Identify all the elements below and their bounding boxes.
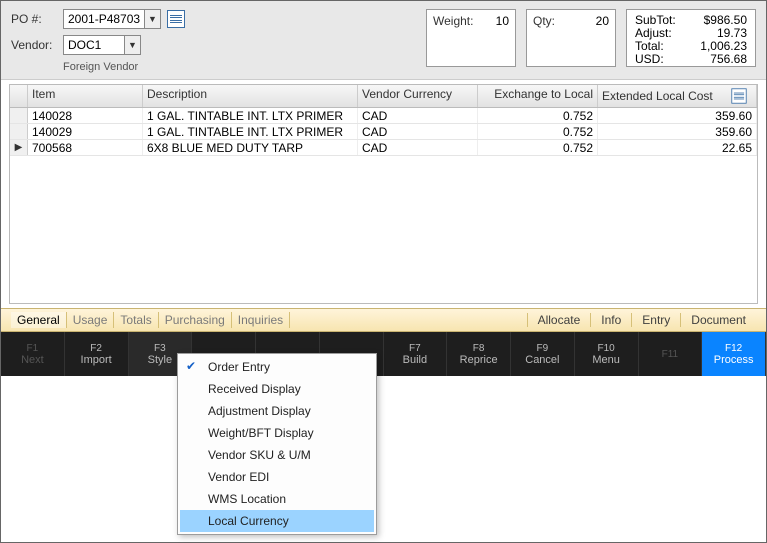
foreign-vendor-text: Foreign Vendor xyxy=(63,61,185,73)
tab-usage[interactable]: Usage xyxy=(67,312,115,328)
qty-label: Qty: xyxy=(533,14,555,28)
menu-item-vendor-edi[interactable]: Vendor EDI xyxy=(180,466,374,488)
cell-description: 1 GAL. TINTABLE INT. LTX PRIMER xyxy=(143,108,358,123)
action-allocate[interactable]: Allocate xyxy=(527,313,591,327)
col-extended[interactable]: Extended Local Cost xyxy=(602,89,713,103)
cell-item: 140028 xyxy=(28,108,143,123)
menu-item-weight-bft-display[interactable]: Weight/BFT Display xyxy=(180,422,374,444)
menu-item-received-display[interactable]: Received Display xyxy=(180,378,374,400)
cell-exchange: 0.752 xyxy=(478,108,598,123)
cancel-button[interactable]: F9Cancel xyxy=(511,332,575,376)
qty-box: Qty: 20 xyxy=(526,9,616,67)
check-icon: ✔ xyxy=(186,359,196,373)
tab-totals[interactable]: Totals xyxy=(114,312,158,328)
action-info[interactable]: Info xyxy=(590,313,631,327)
tab-purchasing[interactable]: Purchasing xyxy=(159,312,232,328)
col-item[interactable]: Item xyxy=(28,85,143,107)
action-document[interactable]: Document xyxy=(680,313,756,327)
table-row[interactable]: 1400291 GAL. TINTABLE INT. LTX PRIMERCAD… xyxy=(10,124,757,140)
usd-label: USD: xyxy=(635,53,664,66)
menu-button[interactable]: F10Menu xyxy=(575,332,639,376)
weight-value: 10 xyxy=(496,14,509,28)
build-button[interactable]: F7Build xyxy=(384,332,448,376)
action-entry[interactable]: Entry xyxy=(631,313,680,327)
weight-box: Weight: 10 xyxy=(426,9,516,67)
tab-general[interactable]: General xyxy=(11,312,67,328)
f11-button[interactable]: F11 xyxy=(639,332,703,376)
weight-label: Weight: xyxy=(433,14,473,28)
vendor-input[interactable] xyxy=(64,36,124,54)
next-button[interactable]: F1Next xyxy=(1,332,65,376)
vendor-label: Vendor: xyxy=(11,38,57,52)
process-button[interactable]: F12Process xyxy=(702,332,766,376)
menu-item-local-currency[interactable]: Local Currency xyxy=(180,510,374,532)
cell-item: 700568 xyxy=(28,140,143,155)
cell-extended: 22.65 xyxy=(598,140,757,155)
style-menu[interactable]: ✔Order EntryReceived DisplayAdjustment D… xyxy=(177,353,377,535)
tab-inquiries[interactable]: Inquiries xyxy=(232,312,290,328)
cell-vendor-currency: CAD xyxy=(358,124,478,139)
cell-exchange: 0.752 xyxy=(478,140,598,155)
col-exchange[interactable]: Exchange to Local xyxy=(478,85,598,107)
menu-item-vendor-sku-u-m[interactable]: Vendor SKU & U/M xyxy=(180,444,374,466)
list-icon[interactable] xyxy=(167,10,185,28)
chevron-down-icon[interactable]: ▼ xyxy=(124,36,140,54)
vendor-combo[interactable]: ▼ xyxy=(63,35,141,55)
col-description[interactable]: Description xyxy=(143,85,358,107)
cell-vendor-currency: CAD xyxy=(358,108,478,123)
row-indicator xyxy=(10,108,28,123)
qty-value: 20 xyxy=(596,14,609,28)
import-button[interactable]: F2Import xyxy=(65,332,129,376)
cell-extended: 359.60 xyxy=(598,124,757,139)
po-label: PO #: xyxy=(11,12,57,26)
cell-description: 1 GAL. TINTABLE INT. LTX PRIMER xyxy=(143,124,358,139)
table-row[interactable]: 1400281 GAL. TINTABLE INT. LTX PRIMERCAD… xyxy=(10,108,757,124)
menu-item-adjustment-display[interactable]: Adjustment Display xyxy=(180,400,374,422)
table-row[interactable]: ▶7005686X8 BLUE MED DUTY TARPCAD0.75222.… xyxy=(10,140,757,156)
cell-item: 140029 xyxy=(28,124,143,139)
menu-item-order-entry[interactable]: ✔Order Entry xyxy=(180,356,374,378)
totals-box: SubTot:$986.50 Adjust:19.73 Total:1,006.… xyxy=(626,9,756,67)
chevron-down-icon[interactable]: ▼ xyxy=(144,10,160,28)
menu-item-wms-location[interactable]: WMS Location xyxy=(180,488,374,510)
po-input[interactable] xyxy=(64,10,144,28)
cell-description: 6X8 BLUE MED DUTY TARP xyxy=(143,140,358,155)
list-icon[interactable] xyxy=(731,88,746,103)
row-indicator: ▶ xyxy=(10,140,28,155)
grid[interactable]: Item Description Vendor Currency Exchang… xyxy=(9,84,758,304)
po-combo[interactable]: ▼ xyxy=(63,9,161,29)
usd-value: 756.68 xyxy=(710,53,747,66)
cell-vendor-currency: CAD xyxy=(358,140,478,155)
cell-extended: 359.60 xyxy=(598,108,757,123)
row-indicator xyxy=(10,124,28,139)
cell-exchange: 0.752 xyxy=(478,124,598,139)
reprice-button[interactable]: F8Reprice xyxy=(447,332,511,376)
col-vendor-currency[interactable]: Vendor Currency xyxy=(358,85,478,107)
